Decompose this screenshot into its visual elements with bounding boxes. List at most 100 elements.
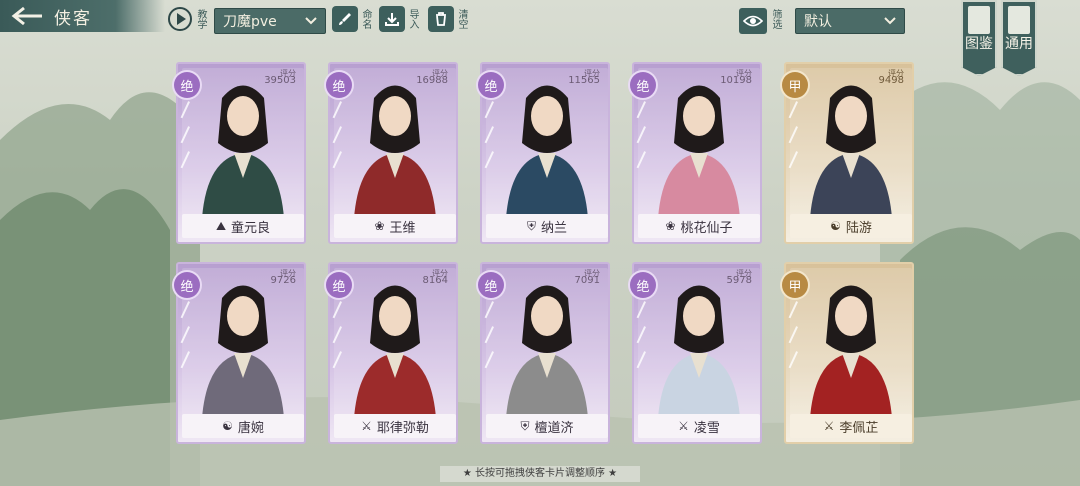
score-value: 5978: [726, 275, 752, 286]
hero-portrait: [182, 268, 304, 418]
shield-school-icon: ⛨: [526, 218, 536, 233]
eye-icon: [743, 15, 763, 27]
star-marks: [332, 101, 348, 171]
sort-value: 默认: [804, 14, 832, 30]
hero-card[interactable]: 甲评分 9498 ☯ 陆游: [782, 62, 914, 244]
brush-icon: [332, 6, 358, 32]
rename-label: 命名: [360, 9, 371, 29]
star-marks: [484, 301, 500, 371]
hero-name: 耶律弥勒: [376, 420, 429, 436]
hero-name-bar: ⚔ 李佩芷: [790, 414, 912, 438]
drag-hint: ★ 长按可拖拽侠客卡片调整顺序 ★: [440, 466, 640, 482]
lotus-school-icon: ❀: [374, 219, 385, 233]
hero-portrait: [486, 68, 608, 218]
rank-badge: 甲: [782, 272, 808, 298]
back-button[interactable]: 侠客: [0, 0, 165, 32]
sword-school-icon: ⚔: [361, 419, 372, 433]
hero-portrait: [486, 268, 608, 418]
star-marks: [484, 101, 500, 171]
score-value: 16988: [416, 75, 448, 86]
hero-name-bar: ⛨ 檀道济: [486, 414, 608, 438]
star-marks: [332, 301, 348, 371]
page-title: 侠客: [54, 8, 92, 29]
hero-name: 纳兰: [541, 220, 568, 236]
score-value: 11565: [568, 75, 600, 86]
clear-button[interactable]: 清空: [428, 5, 467, 33]
hero-card[interactable]: 绝评分 5978 ⚔ 凌雪: [630, 262, 762, 444]
hero-portrait: [638, 68, 760, 218]
hero-card[interactable]: 绝评分 9726 ☯ 唐婉: [174, 262, 306, 444]
preset-select[interactable]: 刀魔pve: [214, 8, 326, 34]
rename-button[interactable]: 命名: [332, 5, 371, 33]
hero-name-bar: ⛨ 纳兰: [486, 214, 608, 238]
hero-name: 桃花仙子: [680, 220, 733, 236]
hero-name: 王维: [389, 220, 416, 236]
general-label: 通用: [1005, 36, 1033, 52]
score-value: 10198: [720, 75, 752, 86]
hero-card[interactable]: 绝评分 16988 ❀ 王维: [326, 62, 458, 244]
teach-button[interactable]: 教学: [167, 5, 206, 33]
codex-label: 图鉴: [965, 36, 993, 52]
hero-card[interactable]: 绝评分 11565 ⛨ 纳兰: [478, 62, 610, 244]
general-button[interactable]: 通用: [1001, 0, 1037, 76]
rank-badge: 绝: [478, 272, 504, 298]
rank-badge: 绝: [326, 72, 352, 98]
hero-name-bar: ☯ 陆游: [790, 214, 912, 238]
back-arrow-icon: [11, 6, 42, 26]
rank-badge: 绝: [174, 72, 200, 98]
shield-school-icon: ⛨: [520, 418, 530, 433]
download-icon: [379, 6, 405, 32]
teach-label: 教学: [195, 9, 206, 29]
score-value: 7091: [574, 275, 600, 286]
rank-badge: 甲: [782, 72, 808, 98]
hero-name: 唐婉: [237, 420, 264, 436]
hero-name-bar: ⚔ 耶律弥勒: [334, 414, 456, 438]
hero-card[interactable]: 甲 ⚔ 李佩芷: [782, 262, 914, 444]
filter-label: 筛选: [770, 9, 781, 29]
score-value: 39503: [264, 75, 296, 86]
rank-badge: 绝: [630, 72, 656, 98]
star-marks: [636, 101, 652, 171]
trash-icon: [428, 6, 454, 32]
sort-select[interactable]: 默认: [795, 8, 905, 34]
clear-label: 清空: [456, 9, 467, 29]
hero-card[interactable]: 绝评分 10198 ❀ 桃花仙子: [630, 62, 762, 244]
star-marks: [636, 301, 652, 371]
hero-portrait: [334, 268, 456, 418]
sword-school-icon: ⚔: [678, 419, 689, 433]
rank-badge: 绝: [630, 272, 656, 298]
filter-button[interactable]: [739, 8, 767, 34]
taiji-school-icon: ☯: [222, 419, 233, 433]
rank-badge: 绝: [326, 272, 352, 298]
codex-button[interactable]: 图鉴: [961, 0, 997, 76]
scroll-icon: [1008, 6, 1030, 34]
hero-name: 童元良: [231, 220, 271, 236]
rank-badge: 绝: [174, 272, 200, 298]
chevron-down-icon: [884, 17, 896, 25]
play-circle-icon: [168, 7, 192, 31]
hero-portrait: [638, 268, 760, 418]
hero-name: 陆游: [845, 220, 872, 236]
hero-name: 李佩芷: [839, 420, 879, 436]
hero-name: 檀道济: [534, 420, 574, 436]
book-icon: [968, 6, 990, 34]
hero-name-bar: ☯ 唐婉: [182, 414, 304, 438]
hero-portrait: [790, 268, 912, 418]
hero-name-bar: ⚔ 凌雪: [638, 414, 760, 438]
lotus-school-icon: ❀: [665, 219, 676, 233]
import-button[interactable]: 导入: [379, 5, 418, 33]
hero-portrait: [790, 68, 912, 218]
import-label: 导入: [407, 9, 418, 29]
hero-card[interactable]: 绝评分 8164 ⚔ 耶律弥勒: [326, 262, 458, 444]
hero-name-bar: ⛰ 童元良: [182, 214, 304, 238]
hero-card[interactable]: 绝评分 7091 ⛨ 檀道济: [478, 262, 610, 444]
star-marks: [788, 101, 804, 171]
score-value: 9498: [878, 75, 904, 86]
rank-badge: 绝: [478, 72, 504, 98]
top-bar: 侠客 教学 刀魔pve 命名 导入 清空 筛选 默认 图鉴 通用: [0, 0, 1080, 76]
star-marks: [180, 301, 196, 371]
score-value: 9726: [270, 275, 296, 286]
hero-portrait: [182, 68, 304, 218]
hero-portrait: [334, 68, 456, 218]
hero-card[interactable]: 绝评分 39503 ⛰ 童元良: [174, 62, 306, 244]
